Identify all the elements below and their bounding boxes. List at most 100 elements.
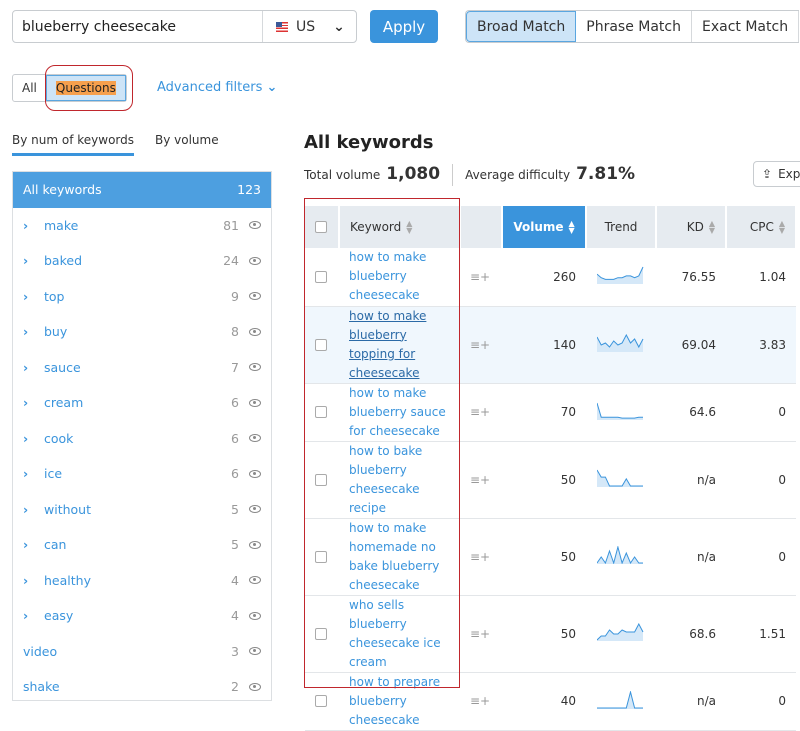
- row-checkbox[interactable]: [315, 695, 327, 707]
- upload-icon: ⇪: [762, 167, 773, 181]
- trend-area: [597, 691, 643, 709]
- eye-icon[interactable]: [249, 576, 261, 585]
- cpc-cell: 0: [726, 383, 796, 442]
- group-item-top[interactable]: › top 9: [13, 279, 271, 315]
- group-count: 81: [223, 217, 239, 233]
- chevron-right-icon[interactable]: ›: [23, 608, 37, 623]
- group-label: ice: [44, 466, 63, 482]
- group-item-buy[interactable]: › buy 8: [13, 314, 271, 350]
- eye-icon[interactable]: [249, 469, 261, 478]
- trend-sparkline: [597, 689, 643, 709]
- eye-icon[interactable]: [249, 434, 261, 443]
- tab-by-volume[interactable]: By volume: [155, 133, 219, 156]
- advanced-filters-button[interactable]: Advanced filters ⌄: [157, 80, 277, 95]
- trend-line: [597, 689, 643, 708]
- search-input[interactable]: blueberry cheesecake: [13, 19, 262, 35]
- group-item-baked[interactable]: › baked 24: [13, 243, 271, 279]
- chevron-right-icon[interactable]: ›: [23, 360, 37, 375]
- add-to-list-icon[interactable]: ≡+: [470, 473, 490, 487]
- trend-sparkline: [596, 469, 643, 487]
- trend-sparkline: [596, 622, 644, 641]
- eye-icon[interactable]: [249, 540, 261, 549]
- add-to-list-icon[interactable]: ≡+: [470, 627, 490, 641]
- group-item-all-keywords[interactable]: All keywords 123: [13, 172, 271, 208]
- group-item-video[interactable]: video 3: [13, 634, 271, 670]
- cpc-cell: 0: [726, 518, 796, 596]
- group-count: 7: [231, 359, 239, 375]
- group-item-sauce[interactable]: › sauce 7: [13, 350, 271, 386]
- group-count: 6: [231, 395, 239, 411]
- group-label: buy: [44, 324, 68, 340]
- group-item-can[interactable]: › can 5: [13, 527, 271, 563]
- us-flag-icon: [276, 21, 288, 32]
- chevron-right-icon[interactable]: ›: [23, 431, 37, 446]
- group-label: shake: [23, 679, 60, 695]
- chevron-right-icon[interactable]: ›: [23, 324, 37, 339]
- group-item-healthy[interactable]: › healthy 4: [13, 563, 271, 599]
- sort-icon: ▲ ▼: [708, 219, 715, 236]
- volume-column-header[interactable]: Volume ▲ ▼: [502, 206, 587, 248]
- chevron-right-icon[interactable]: ›: [23, 218, 37, 233]
- group-item-make[interactable]: › make 81: [13, 208, 271, 244]
- eye-icon[interactable]: [249, 327, 261, 336]
- sort-icon: ▲ ▼: [568, 219, 575, 236]
- group-item-cream[interactable]: › cream 6: [13, 385, 271, 421]
- add-to-list-icon[interactable]: ≡+: [470, 694, 490, 708]
- eye-icon[interactable]: [249, 611, 261, 620]
- group-label: All keywords: [23, 182, 102, 198]
- add-to-list-icon[interactable]: ≡+: [470, 338, 490, 352]
- group-label: without: [44, 501, 91, 517]
- page-title: All keywords: [304, 132, 434, 153]
- chevron-down-icon: ⌄: [333, 18, 345, 35]
- exact-match-button[interactable]: Exact Match: [692, 11, 800, 42]
- chevron-right-icon[interactable]: ›: [23, 395, 37, 410]
- group-item-easy[interactable]: › easy 4: [13, 598, 271, 634]
- eye-icon[interactable]: [249, 256, 261, 265]
- kd-cell: n/a: [656, 672, 726, 731]
- trend-sparkline: [596, 267, 644, 285]
- group-item-ice[interactable]: › ice 6: [13, 456, 271, 492]
- add-to-list-icon[interactable]: ≡+: [470, 270, 490, 284]
- chevron-right-icon[interactable]: ›: [23, 537, 37, 552]
- cpc-column-header[interactable]: CPC ▲ ▼: [726, 206, 797, 248]
- apply-button[interactable]: Apply: [370, 10, 438, 43]
- cpc-cell: 1.51: [726, 595, 796, 673]
- database-label: US: [296, 18, 316, 35]
- volume-cell: 260: [502, 248, 586, 307]
- group-item-without[interactable]: › without 5: [13, 492, 271, 528]
- phrase-match-button[interactable]: Phrase Match: [576, 11, 692, 42]
- eye-icon[interactable]: [249, 363, 261, 372]
- eye-icon[interactable]: [249, 221, 261, 230]
- group-item-cook[interactable]: › cook 6: [13, 421, 271, 457]
- eye-icon[interactable]: [249, 398, 261, 407]
- group-item-shake[interactable]: shake 2: [13, 669, 271, 705]
- kd-column-header[interactable]: KD ▲ ▼: [656, 206, 727, 248]
- group-count: 6: [231, 466, 239, 482]
- group-count: 4: [231, 572, 239, 588]
- eye-icon[interactable]: [249, 505, 261, 514]
- eye-icon[interactable]: [249, 292, 261, 301]
- database-select[interactable]: US ⌄: [262, 11, 356, 42]
- tab-by-num-keywords[interactable]: By num of keywords: [12, 133, 134, 156]
- export-button[interactable]: ⇪ Exp: [753, 161, 800, 187]
- all-filter-button[interactable]: All: [13, 75, 46, 101]
- add-to-list-icon[interactable]: ≡+: [470, 550, 490, 564]
- group-count: 6: [231, 430, 239, 446]
- group-label: make: [44, 217, 79, 233]
- eye-icon[interactable]: [249, 647, 261, 656]
- keyword-search-field[interactable]: blueberry cheesecake US ⌄: [12, 10, 357, 43]
- trend-line: [596, 267, 644, 281]
- group-count: 3: [231, 643, 239, 659]
- chevron-right-icon[interactable]: ›: [23, 253, 37, 268]
- chevron-right-icon[interactable]: ›: [23, 502, 37, 517]
- volume-cell: 140: [502, 306, 586, 384]
- add-to-list-icon[interactable]: ≡+: [470, 405, 490, 419]
- kd-cell: n/a: [656, 518, 726, 596]
- chevron-right-icon[interactable]: ›: [23, 466, 37, 481]
- kd-cell: 69.04: [656, 306, 726, 384]
- group-label: can: [44, 537, 67, 553]
- chevron-right-icon[interactable]: ›: [23, 289, 37, 304]
- volume-cell: 40: [502, 672, 586, 731]
- broad-match-button[interactable]: Broad Match: [466, 11, 577, 42]
- chevron-right-icon[interactable]: ›: [23, 573, 37, 588]
